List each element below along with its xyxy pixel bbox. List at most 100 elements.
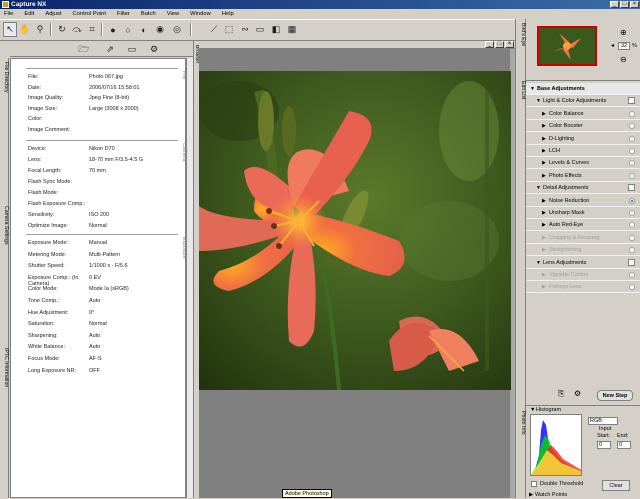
- step-radio[interactable]: [629, 160, 635, 167]
- menu-file[interactable]: File: [4, 9, 13, 19]
- lily-photo[interactable]: [199, 71, 511, 390]
- edit-list-item[interactable]: ▶ Vignette Control: [526, 269, 640, 281]
- minimize-button[interactable]: _: [610, 1, 619, 8]
- red-eye-icon[interactable]: ◎: [170, 22, 184, 37]
- white-control-point-icon[interactable]: ○: [121, 22, 135, 37]
- edit-list-item[interactable]: ▶ Noise Reduction: [526, 195, 640, 207]
- step-settings-icon[interactable]: ⚙: [574, 389, 581, 398]
- expand-right-icon[interactable]: ▶: [542, 219, 546, 231]
- edit-list-item[interactable]: ▶ Color Balance: [526, 108, 640, 120]
- channel-select[interactable]: RGB: [588, 417, 618, 425]
- tab-photo-info[interactable]: Photo Info: [518, 411, 526, 441]
- tab-birds-eye[interactable]: Bird's Eye: [518, 23, 526, 53]
- step-radio[interactable]: [629, 172, 635, 179]
- expand-right-icon[interactable]: ▶: [542, 170, 546, 182]
- expand-down-icon[interactable]: ▼: [536, 95, 541, 107]
- tab-iptc-information[interactable]: IPTC Information: [1, 348, 9, 408]
- expand-right-icon[interactable]: ▶: [542, 281, 546, 293]
- step-checkbox[interactable]: [628, 258, 635, 266]
- step-radio[interactable]: [629, 222, 635, 229]
- expand-right-icon[interactable]: ▶: [542, 145, 546, 157]
- hand-icon[interactable]: ✋: [18, 22, 32, 37]
- edit-list-item[interactable]: ▼ Base Adjustments: [526, 83, 640, 95]
- edit-list-item[interactable]: ▼ Detail Adjustments: [526, 182, 640, 195]
- step-radio[interactable]: [629, 110, 635, 117]
- tab-edit-list[interactable]: Edit List: [518, 81, 526, 111]
- zoom-out-icon[interactable]: ⊖: [620, 55, 627, 64]
- folder-open-icon[interactable]: 🗁: [77, 42, 91, 57]
- zoom-level-field[interactable]: 32: [618, 42, 630, 50]
- edit-list-item[interactable]: ▶ Unsharp Mask: [526, 207, 640, 219]
- add-step-icon[interactable]: ⎘: [558, 389, 564, 399]
- fill-remove-icon[interactable]: ▦: [285, 22, 299, 37]
- color-control-point-icon[interactable]: ◉: [153, 22, 167, 37]
- expand-down-icon[interactable]: ▼: [530, 83, 535, 95]
- end-field[interactable]: 0: [617, 441, 631, 449]
- expand-down-icon[interactable]: ▼: [536, 182, 541, 194]
- lasso-icon[interactable]: ∾: [238, 22, 252, 37]
- close-button[interactable]: ×: [630, 1, 639, 8]
- expand-right-icon[interactable]: ▶: [542, 269, 546, 281]
- menu-adjust[interactable]: Adjust: [45, 9, 61, 19]
- menu-view[interactable]: View: [167, 9, 179, 19]
- step-radio[interactable]: [629, 197, 635, 204]
- straighten-icon[interactable]: ⤼: [70, 22, 84, 37]
- zoom-icon[interactable]: ⚲: [33, 22, 47, 37]
- edit-list-item[interactable]: ▶ Levels & Curves: [526, 157, 640, 170]
- watch-points-expand-icon[interactable]: ▶: [529, 492, 533, 498]
- edit-list-item[interactable]: ▶ D-Lighting: [526, 133, 640, 145]
- doc-maximize-button[interactable]: □: [495, 41, 504, 48]
- crop-icon[interactable]: ⌗: [85, 22, 99, 37]
- menu-help[interactable]: Help: [222, 9, 234, 19]
- edit-list-item[interactable]: ▶ LCH: [526, 145, 640, 157]
- edit-list-item[interactable]: ▶ Cropping & Resizing: [526, 232, 640, 244]
- info-scrollbar[interactable]: [186, 58, 193, 498]
- step-checkbox[interactable]: [628, 184, 635, 192]
- black-control-point-icon[interactable]: ●: [106, 22, 120, 37]
- doc-minimize-button[interactable]: _: [485, 41, 494, 48]
- expand-right-icon[interactable]: ▶: [542, 120, 546, 132]
- step-radio[interactable]: [629, 123, 635, 130]
- expand-right-icon[interactable]: ▶: [542, 232, 546, 244]
- expand-down-icon[interactable]: ▼: [536, 257, 541, 269]
- zoom-in-icon[interactable]: ⊕: [620, 28, 627, 37]
- rotate-icon[interactable]: ↻: [55, 22, 69, 37]
- new-step-button[interactable]: New Step: [597, 390, 633, 401]
- expand-right-icon[interactable]: ▶: [542, 157, 546, 169]
- expand-right-icon[interactable]: ▶: [542, 207, 546, 219]
- folder-icon[interactable]: ▭: [125, 42, 139, 57]
- edit-list-item[interactable]: ▶ Fisheye Lens: [526, 281, 640, 294]
- menu-batch[interactable]: Batch: [141, 9, 156, 19]
- gradient-icon[interactable]: ◧: [269, 22, 283, 37]
- double-threshold-checkbox[interactable]: [531, 481, 537, 487]
- step-radio[interactable]: [629, 135, 635, 142]
- edit-list-item[interactable]: ▶ Straightening: [526, 244, 640, 257]
- edit-list-item[interactable]: ▶ Auto Red-Eye: [526, 219, 640, 232]
- settings-icon[interactable]: ⚙: [147, 42, 161, 57]
- edit-list-item[interactable]: ▼ Light & Color Adjustments: [526, 95, 640, 108]
- menu-edit[interactable]: Edit: [24, 9, 34, 19]
- expand-right-icon[interactable]: ▶: [542, 108, 546, 120]
- edit-list-item[interactable]: ▶ Color Booster: [526, 120, 640, 133]
- expand-right-icon[interactable]: ▶: [542, 133, 546, 145]
- edit-list-item[interactable]: ▼ Lens Adjustments: [526, 257, 640, 269]
- menu-window[interactable]: Window: [190, 9, 211, 19]
- step-radio[interactable]: [629, 210, 635, 216]
- zoom-arrow-icon[interactable]: ◂: [611, 42, 614, 49]
- step-checkbox[interactable]: [628, 97, 635, 105]
- selection-icon[interactable]: ⬚: [222, 22, 236, 37]
- maximize-button[interactable]: □: [620, 1, 629, 8]
- direct-select-icon[interactable]: ↖: [3, 22, 17, 37]
- start-field[interactable]: 0: [597, 441, 611, 449]
- tab-file-directory[interactable]: File Directory: [1, 62, 9, 112]
- brush-icon[interactable]: ⟋: [207, 22, 221, 37]
- histogram-expand-icon[interactable]: ▼: [530, 407, 535, 413]
- expand-right-icon[interactable]: ▶: [542, 195, 546, 207]
- doc-close-button[interactable]: ×: [505, 41, 514, 48]
- expand-right-icon[interactable]: ▶: [542, 244, 546, 256]
- export-icon[interactable]: ⇗: [103, 42, 117, 57]
- menu-control-point[interactable]: Control Point: [72, 9, 106, 19]
- birds-eye-thumbnail[interactable]: [537, 26, 597, 66]
- clear-button[interactable]: Clear: [602, 480, 630, 491]
- fill-icon[interactable]: ▭: [253, 22, 267, 37]
